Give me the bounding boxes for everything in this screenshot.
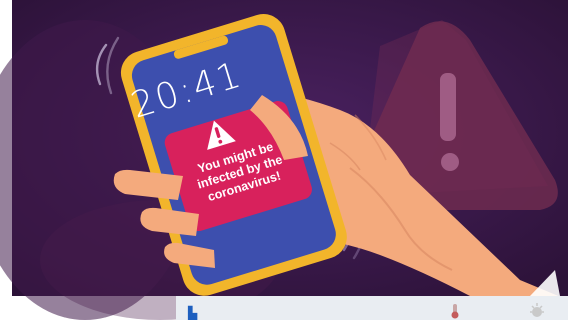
screenshot-frame: 20:41 You might be infected by the coron…	[0, 0, 568, 320]
site-logo-icon: ▙	[188, 306, 198, 320]
overlay-bar: ▙	[176, 296, 568, 320]
thermometer-icon	[451, 304, 459, 319]
bar-caption	[212, 308, 382, 320]
virus-icon	[530, 303, 544, 317]
